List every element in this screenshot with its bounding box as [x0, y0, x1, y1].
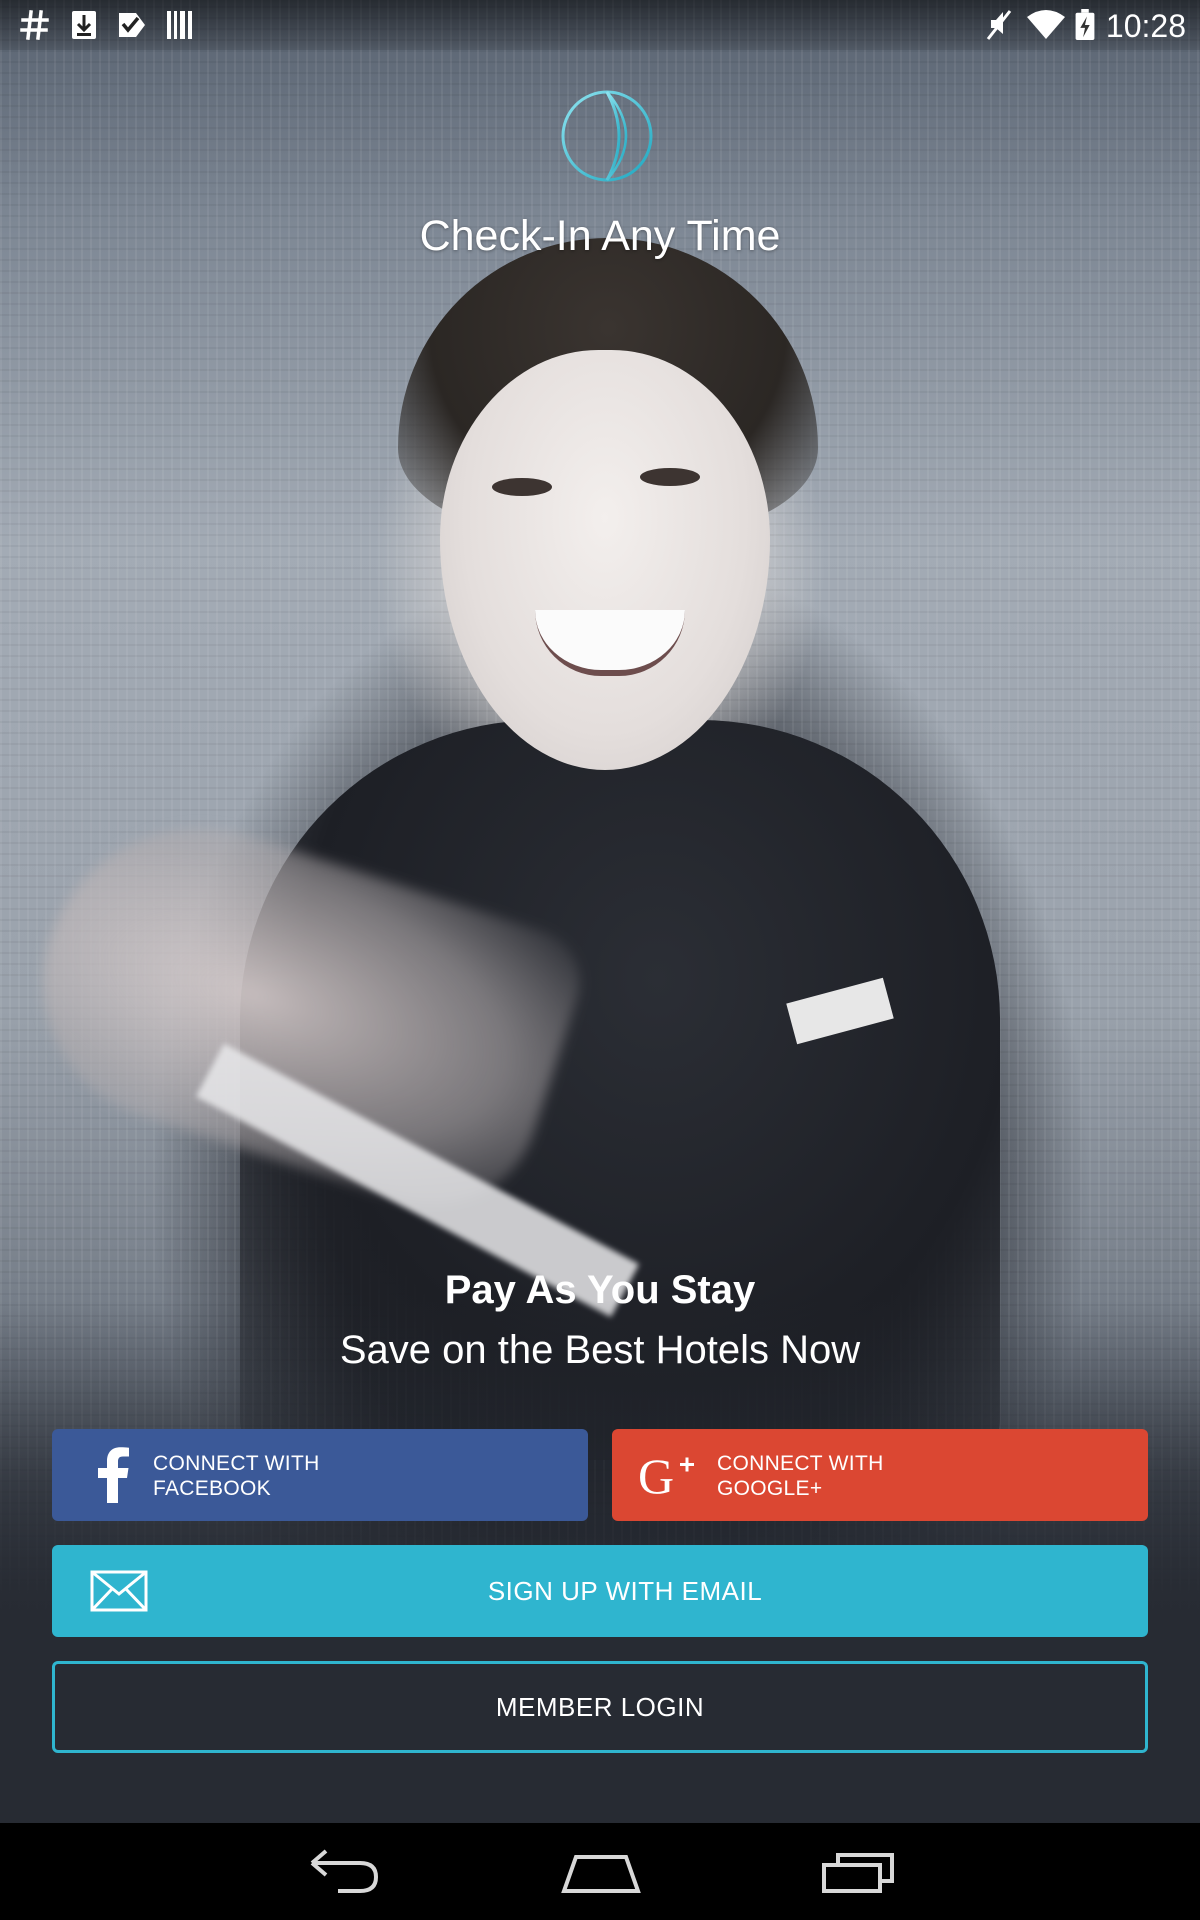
back-icon[interactable]	[298, 1843, 388, 1899]
promo-subtitle: Save on the Best Hotels Now	[339, 1328, 861, 1372]
globe-logo-icon	[561, 90, 653, 182]
home-icon[interactable]	[556, 1843, 646, 1899]
sign-up-email-button[interactable]: SIGN UP WITH EMAIL	[52, 1545, 1148, 1637]
facebook-button-line2: FACEBOOK	[153, 1477, 271, 1500]
download-icon	[72, 11, 96, 39]
google-button-line2: GOOGLE+	[717, 1477, 823, 1500]
email-button-label: SIGN UP WITH EMAIL	[487, 1575, 763, 1606]
connect-google-button[interactable]: G CONNECT WITH GOOGLE+	[612, 1429, 1148, 1521]
svg-text:G: G	[638, 1449, 674, 1501]
member-login-button[interactable]: MEMBER LOGIN	[52, 1661, 1148, 1753]
facebook-button-line1: CONNECT WITH	[153, 1452, 320, 1475]
google-button-line1: CONNECT WITH	[717, 1452, 884, 1475]
hash-icon	[20, 10, 49, 40]
connect-facebook-button[interactable]: CONNECT WITH FACEBOOK	[52, 1429, 588, 1521]
google-plus-icon: G	[638, 1449, 694, 1501]
status-bar: 10:28	[0, 0, 1200, 50]
wifi-icon	[1027, 10, 1065, 39]
navigation-bar	[0, 1823, 1200, 1920]
barcode-icon	[167, 11, 192, 39]
login-button-label: MEMBER LOGIN	[495, 1691, 705, 1722]
tagline: Check-In Any Time	[419, 212, 781, 260]
facebook-button-label: CONNECT WITH FACEBOOK	[153, 1451, 320, 1501]
facebook-icon	[98, 1447, 129, 1503]
app-screen: 10:28 Check-In Any Time Pay As You Stay …	[0, 0, 1200, 1920]
checklist-icon	[119, 13, 145, 37]
promo-title: Pay As You Stay	[444, 1268, 756, 1312]
photo-person-eye-left	[492, 478, 552, 496]
battery-charging-icon	[1075, 9, 1095, 41]
muted-icon	[986, 10, 1012, 40]
photo-person-eye-right	[640, 468, 700, 486]
clock: 10:28	[1105, 8, 1186, 44]
google-button-label: CONNECT WITH GOOGLE+	[717, 1451, 884, 1501]
recent-apps-icon[interactable]	[812, 1843, 902, 1899]
